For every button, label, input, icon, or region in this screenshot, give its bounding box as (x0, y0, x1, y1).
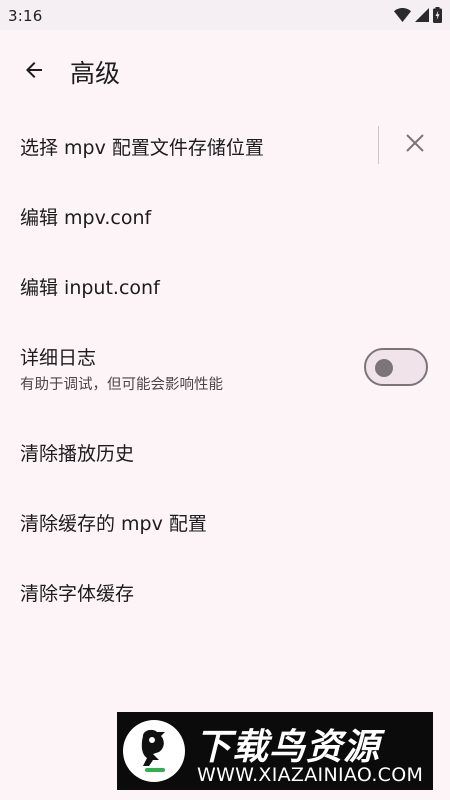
setting-title: 清除缓存的 mpv 配置 (20, 513, 207, 535)
setting-title: 编辑 input.conf (20, 277, 160, 299)
setting-title: 详细日志 (20, 347, 97, 369)
battery-charging-icon (433, 7, 442, 23)
verbose-logging-switch[interactable] (364, 348, 428, 386)
setting-edit-input-conf[interactable]: 编辑 input.conf (0, 252, 450, 318)
wifi-icon (394, 8, 411, 22)
app-bar: 高级 (0, 30, 450, 112)
setting-clear-font-cache[interactable]: 清除字体缓存 (0, 558, 450, 624)
setting-title: 编辑 mpv.conf (20, 207, 152, 229)
page-title: 高级 (70, 59, 121, 88)
watermark-banner: 下载鸟资源 WWW.XIAZAINIAO.COM (117, 712, 433, 790)
arrow-left-icon (22, 58, 46, 86)
back-button[interactable] (14, 52, 54, 92)
status-bar: 3:16 (0, 0, 450, 30)
clear-location-button[interactable] (396, 126, 434, 164)
setting-title: 清除字体缓存 (20, 583, 135, 605)
setting-clear-cached-mpv-config[interactable]: 清除缓存的 mpv 配置 (0, 488, 450, 554)
setting-mpv-config-location[interactable]: 选择 mpv 配置文件存储位置 (0, 112, 450, 178)
watermark-url: WWW.XIAZAINIAO.COM (197, 764, 424, 786)
switch-thumb (375, 359, 393, 377)
cellular-signal-icon (415, 8, 429, 22)
setting-subtitle: 有助于调试，但可能会影响性能 (20, 377, 223, 393)
action-divider (378, 126, 379, 164)
setting-clear-history[interactable]: 清除播放历史 (0, 418, 450, 484)
setting-title: 选择 mpv 配置文件存储位置 (20, 137, 264, 159)
watermark-name: 下载鸟资源 (195, 727, 381, 768)
close-icon (406, 134, 424, 156)
bird-logo-icon (123, 720, 185, 782)
status-time: 3:16 (8, 7, 43, 25)
status-icons (394, 7, 442, 23)
advanced-settings-screen: 3:16 高级 选择 mpv 配置文件存储位置 编辑 mpv.conf 编辑 i… (0, 0, 450, 800)
setting-title: 清除播放历史 (20, 443, 135, 465)
setting-edit-mpv-conf[interactable]: 编辑 mpv.conf (0, 182, 450, 248)
